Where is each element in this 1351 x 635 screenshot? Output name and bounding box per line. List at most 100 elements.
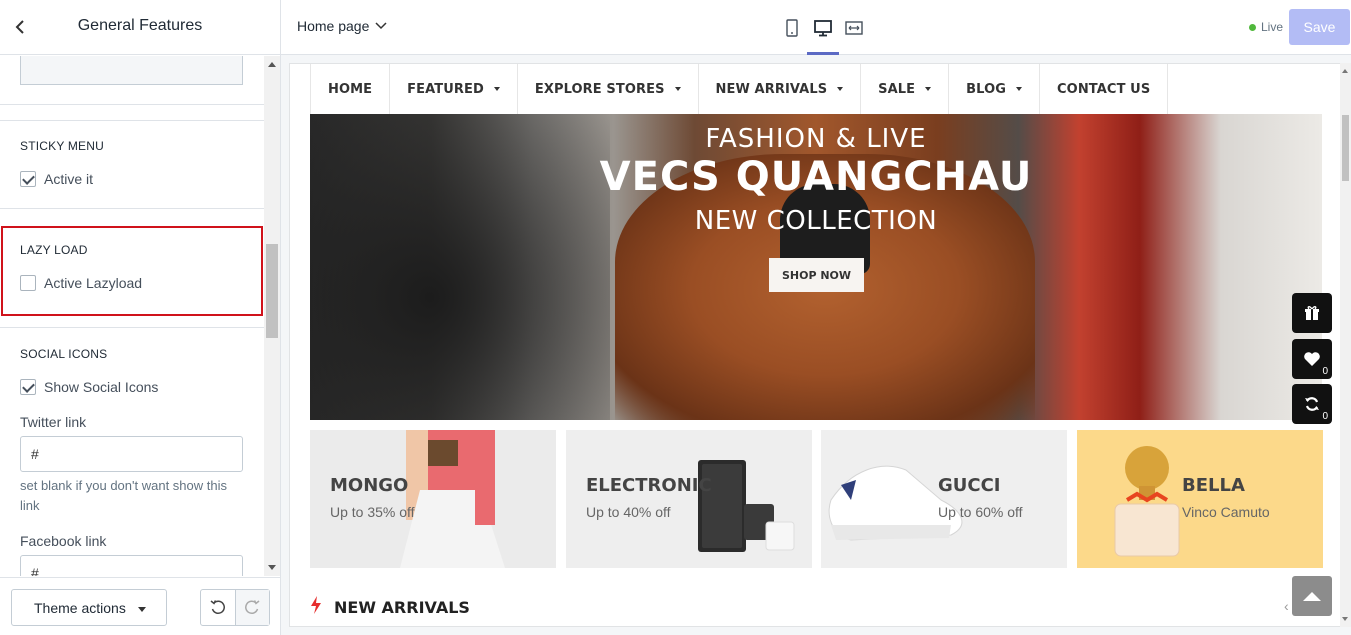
desktop-icon: [814, 20, 832, 37]
hero-banner: FASHION & LIVE VECS QUANGCHAU NEW COLLEC…: [310, 114, 1322, 420]
model-image: [400, 430, 505, 568]
lightning-icon: [311, 596, 321, 614]
store-preview[interactable]: HOME FEATURED EXPLORE STORES NEW ARRIVAL…: [289, 63, 1341, 627]
lazy-load-heading: LAZY LOAD: [20, 243, 88, 257]
caret-down-icon: [1016, 87, 1023, 91]
nav-label: CONTACT US: [1057, 81, 1151, 97]
sticky-menu-checkbox[interactable]: Active it: [20, 171, 93, 187]
carousel-prev-icon[interactable]: ‹: [1284, 598, 1289, 614]
banner-subtitle: Vinco Camuto: [1182, 504, 1270, 520]
scrollbar-thumb[interactable]: [1342, 115, 1349, 181]
nav-item-home[interactable]: HOME: [311, 64, 391, 114]
nav-item-contact-us[interactable]: CONTACT US: [1040, 64, 1169, 114]
theme-actions-label: Theme actions: [34, 599, 126, 616]
perfume-image: [1114, 446, 1180, 557]
facebook-link-label: Facebook link: [20, 533, 107, 549]
promo-banner-electronic[interactable]: ELECTRONIC Up to 40% off: [566, 430, 812, 568]
live-status: Live: [1249, 20, 1283, 34]
preview-scrollbar[interactable]: [1340, 63, 1351, 627]
banner-title: MONGO: [330, 475, 409, 496]
wishlist-button[interactable]: 0: [1292, 339, 1332, 379]
banner-subtitle: Up to 60% off: [938, 504, 1023, 520]
page-selector[interactable]: Home page: [297, 18, 387, 34]
page-selector-label: Home page: [297, 18, 370, 34]
nav-item-explore-stores[interactable]: EXPLORE STORES: [518, 64, 699, 114]
scroll-up-icon[interactable]: [1342, 69, 1348, 73]
promo-banner-gucci[interactable]: GUCCI Up to 60% off: [821, 430, 1067, 568]
banner-subtitle: Up to 40% off: [586, 504, 671, 520]
caret-down-icon: [837, 87, 844, 91]
gift-button[interactable]: [1292, 293, 1332, 333]
facebook-link-input[interactable]: #: [20, 555, 243, 576]
mobile-view-button[interactable]: [781, 17, 803, 39]
hero-heading: VECS QUANGCHAU: [599, 154, 1033, 200]
fullscreen-view-button[interactable]: [843, 17, 865, 39]
refresh-icon: [1305, 397, 1319, 411]
live-label: Live: [1261, 20, 1284, 34]
textarea-field[interactable]: [20, 56, 243, 85]
divider: [0, 104, 264, 105]
nav-item-new-arrivals[interactable]: NEW ARRIVALS: [699, 64, 862, 114]
banner-title: GUCCI: [938, 475, 1001, 496]
social-icons-checkbox[interactable]: Show Social Icons: [20, 379, 158, 395]
scroll-down-icon[interactable]: [268, 565, 276, 570]
compare-count: 0: [1322, 411, 1328, 422]
shop-now-button[interactable]: SHOP NOW: [769, 258, 864, 292]
lazy-load-highlight: [1, 226, 263, 316]
new-arrivals-header: NEW ARRIVALS ‹: [290, 588, 1340, 626]
divider: [0, 208, 264, 209]
desktop-view-button[interactable]: [812, 17, 834, 39]
banner-subtitle: Up to 35% off: [330, 504, 415, 520]
scroll-down-icon[interactable]: [1342, 617, 1348, 621]
back-to-top-button[interactable]: [1292, 576, 1332, 616]
power-bank-image: [698, 460, 795, 552]
sidebar-content[interactable]: STICKY MENU Active it LAZY LOAD Active L…: [0, 56, 264, 576]
redo-button[interactable]: [234, 590, 269, 625]
sneaker-image: [828, 465, 963, 541]
promo-banner-bella[interactable]: BELLA Vinco Camuto: [1077, 430, 1323, 568]
checkbox-checked-icon[interactable]: [20, 171, 36, 187]
scroll-up-icon[interactable]: [268, 62, 276, 67]
nav-item-blog[interactable]: BLOG: [949, 64, 1041, 114]
live-dot-icon: [1249, 23, 1256, 31]
twitter-link-input[interactable]: #: [20, 436, 243, 472]
nav-label: BLOG: [966, 81, 1007, 97]
hero-subheading: NEW COLLECTION: [694, 206, 938, 236]
divider: [0, 120, 264, 121]
caret-down-icon: [493, 87, 500, 91]
undo-button[interactable]: [201, 590, 235, 625]
hero-tagline: FASHION & LIVE: [705, 124, 927, 154]
store-nav: HOME FEATURED EXPLORE STORES NEW ARRIVAL…: [310, 64, 1169, 114]
gift-icon: [1305, 306, 1319, 320]
checkbox-checked-icon[interactable]: [20, 379, 36, 395]
editor-topbar: Home page Live Save: [281, 0, 1351, 55]
scrollbar-thumb[interactable]: [266, 244, 278, 338]
sidebar-footer: Theme actions: [0, 577, 280, 635]
undo-redo-group: [200, 589, 270, 626]
sidebar-header: General Features: [0, 0, 280, 55]
social-icons-label: Show Social Icons: [44, 379, 159, 395]
save-button[interactable]: Save: [1289, 9, 1350, 45]
section-title: NEW ARRIVALS: [334, 598, 470, 617]
nav-item-featured[interactable]: FEATURED: [390, 64, 518, 114]
banner-title: ELECTRONIC: [586, 475, 712, 496]
fullscreen-icon: [845, 21, 863, 35]
nav-label: EXPLORE STORES: [534, 81, 665, 97]
theme-actions-button[interactable]: Theme actions: [11, 589, 167, 626]
twitter-help-text: set blank if you don't want show this li…: [20, 478, 227, 513]
settings-sidebar: General Features STICKY MENU Active it L…: [0, 0, 281, 635]
sidebar-scrollbar[interactable]: [264, 56, 280, 576]
heart-icon: [1304, 352, 1320, 366]
chevron-down-icon: [375, 22, 387, 30]
caret-down-icon: [925, 87, 932, 91]
undo-icon: [210, 599, 225, 614]
promo-banner-mongo[interactable]: MONGO Up to 35% off: [310, 430, 556, 568]
compare-button[interactable]: 0: [1292, 384, 1332, 424]
nav-item-sale[interactable]: SALE: [861, 64, 950, 114]
twitter-link-label: Twitter link: [20, 414, 87, 430]
lazy-load-checkbox[interactable]: Active Lazyload: [20, 275, 142, 291]
checkbox-unchecked-icon[interactable]: [20, 275, 36, 291]
social-icons-heading: SOCIAL ICONS: [20, 347, 108, 361]
caret-down-icon: [674, 87, 681, 91]
lazy-load-label: Active Lazyload: [44, 275, 143, 291]
